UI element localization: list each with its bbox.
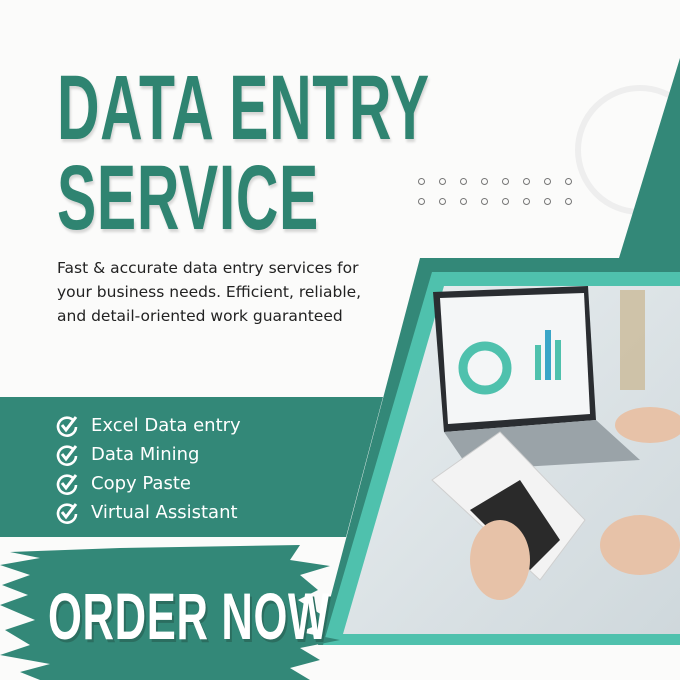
check-circle-icon — [56, 473, 78, 495]
headline-line-1: DATA ENTRY — [57, 57, 430, 159]
feature-item: Excel Data entry — [55, 411, 241, 440]
headline-line-2: SERVICE — [57, 147, 319, 249]
feature-label: Virtual Assistant — [91, 502, 238, 523]
service-description: Fast & accurate data entry services for … — [57, 259, 362, 325]
check-circle-icon — [56, 444, 78, 466]
dot-pattern — [418, 178, 586, 205]
order-now-button[interactable]: ORDER NOW — [48, 578, 330, 654]
feature-item: Copy Paste — [55, 469, 241, 498]
office-photo — [343, 286, 680, 634]
feature-label: Data Mining — [91, 444, 200, 465]
feature-label: Excel Data entry — [91, 415, 241, 436]
check-circle-icon — [56, 415, 78, 437]
check-circle-icon — [56, 502, 78, 524]
feature-item: Virtual Assistant — [55, 498, 241, 527]
feature-item: Data Mining — [55, 440, 241, 469]
feature-list: Excel Data entry Data Mining Copy Paste … — [55, 411, 241, 527]
feature-label: Copy Paste — [91, 473, 191, 494]
